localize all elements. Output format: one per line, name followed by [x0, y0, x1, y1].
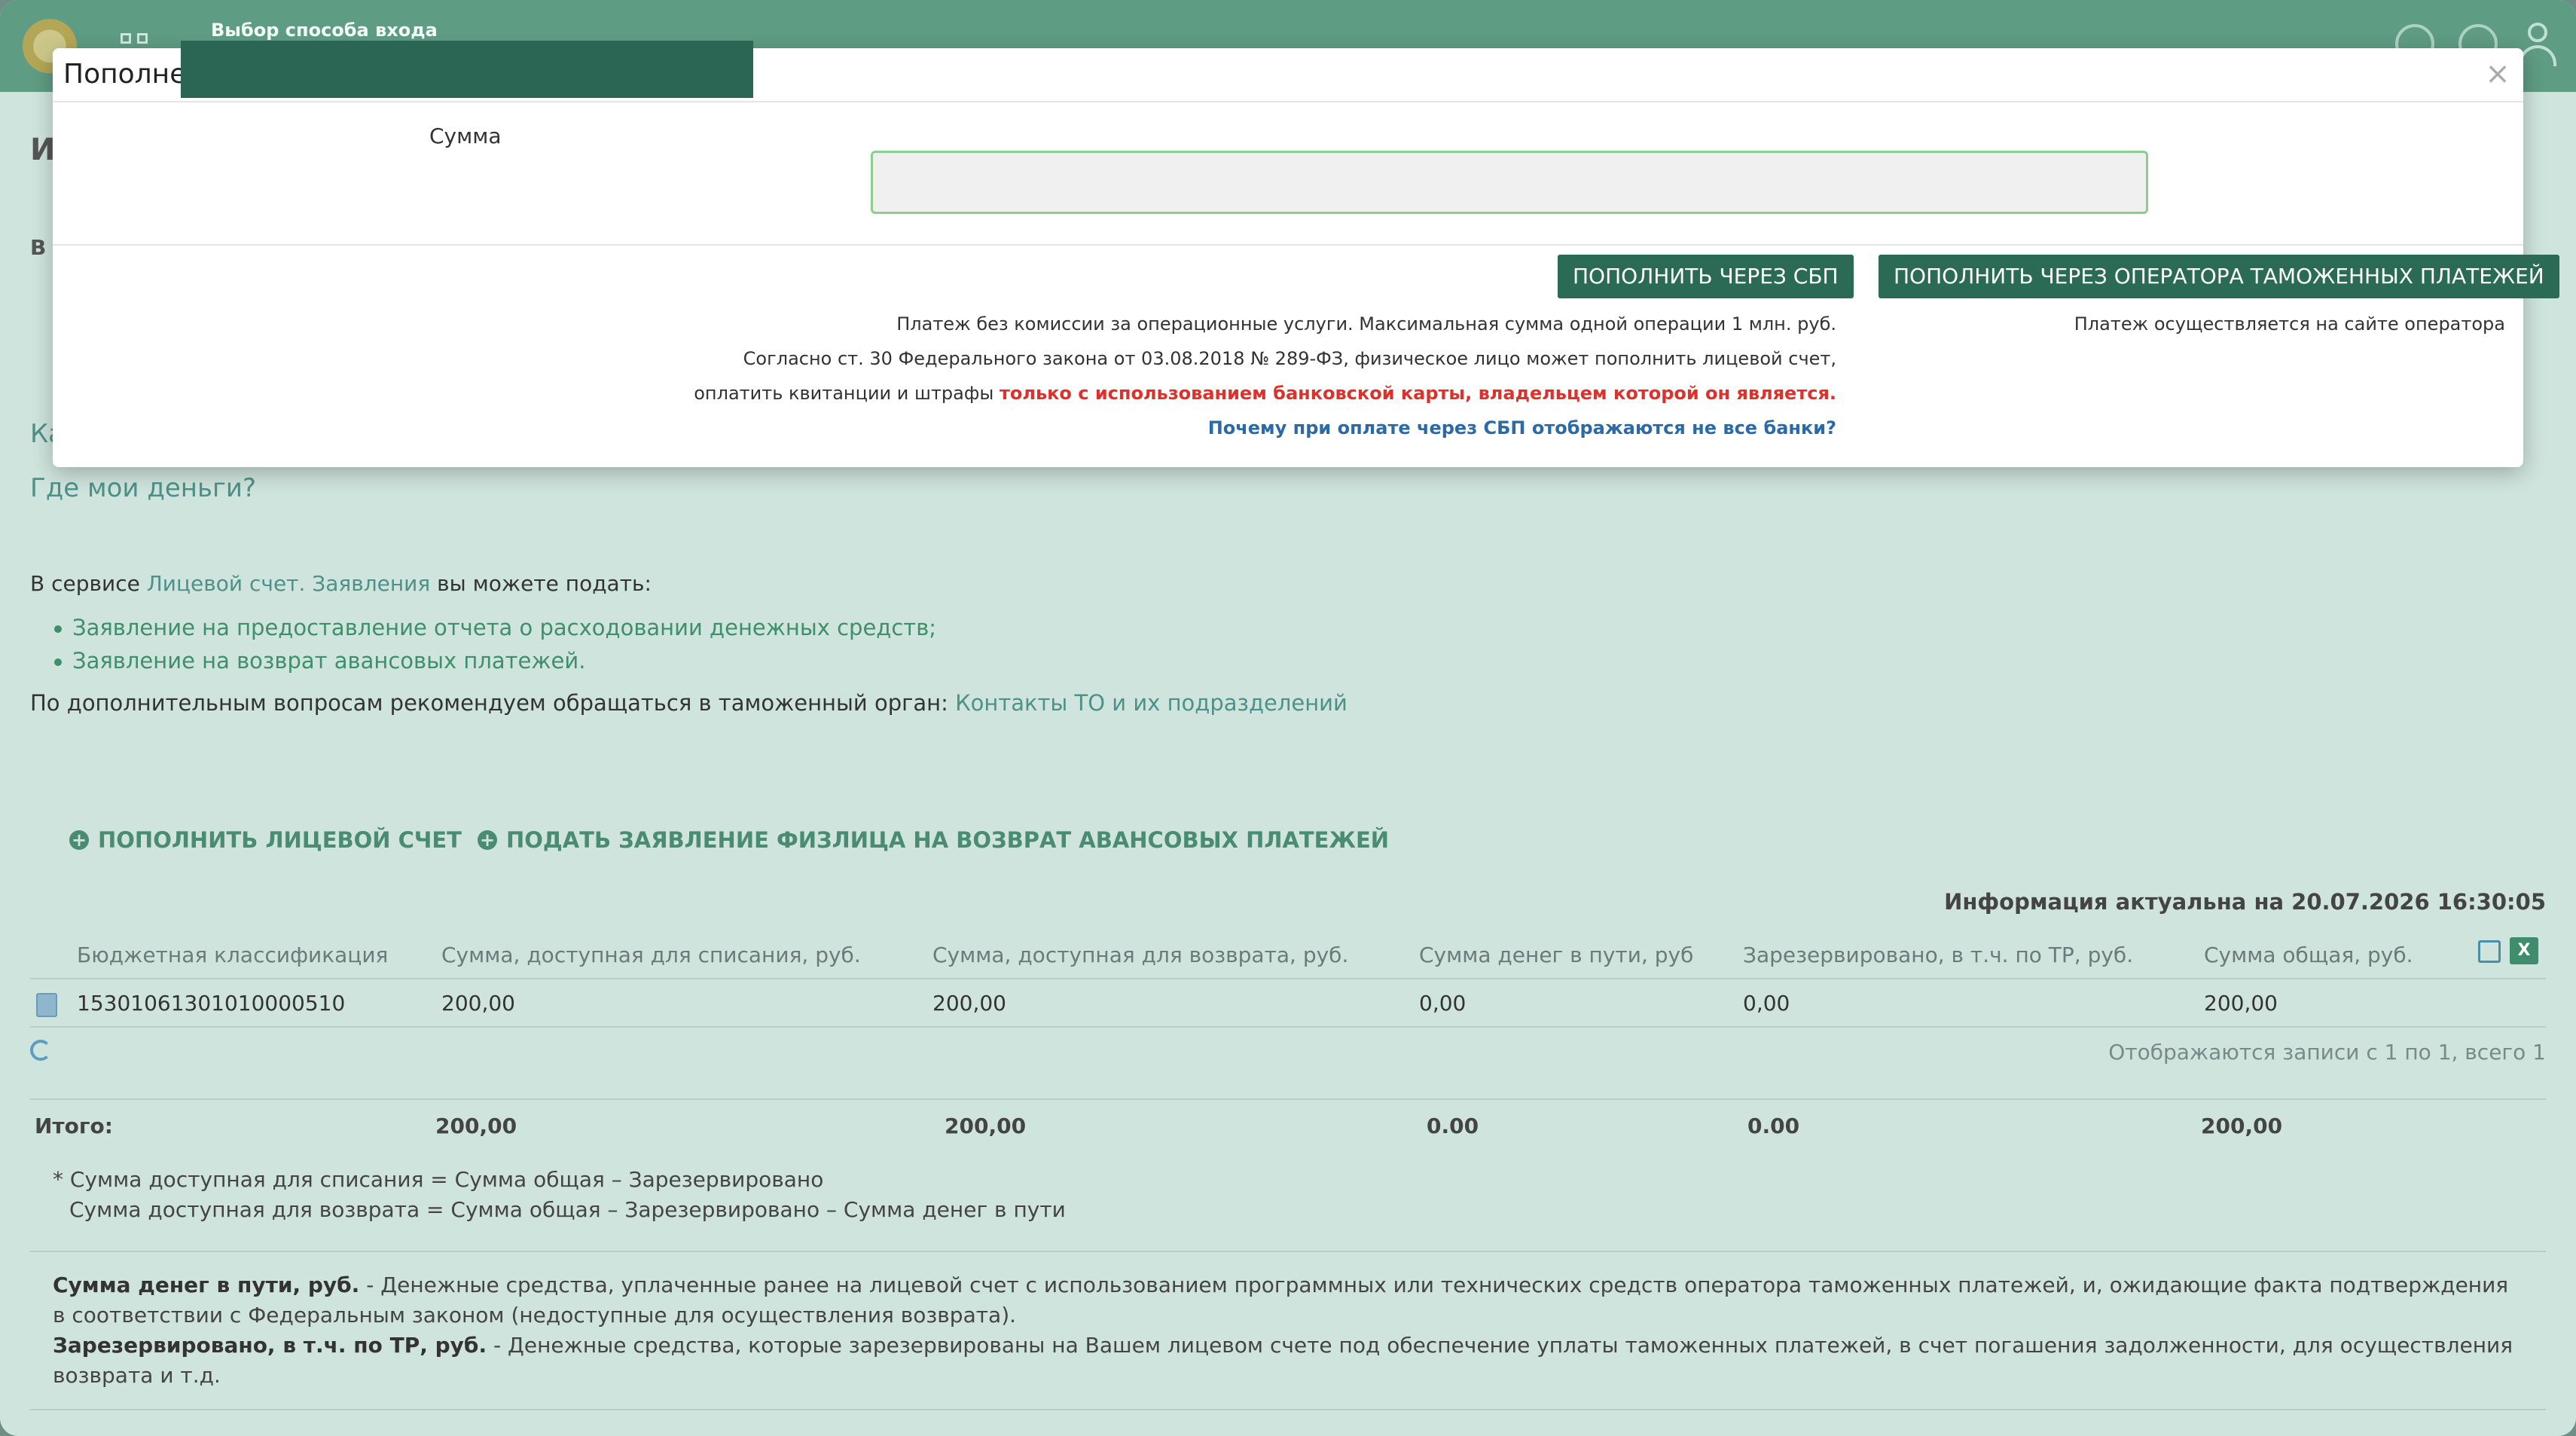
operator-note: Платеж осуществляется на сайте оператора — [2074, 313, 2505, 335]
table-cell: 200,00 — [932, 991, 1006, 1016]
intro-text-partial: В — [30, 235, 47, 260]
topup-account-button[interactable]: + ПОПОЛНИТЬ ЛИЦЕВОЙ СЧЕТ — [69, 827, 462, 853]
info-line: Платеж без комиссии за операционные услу… — [896, 313, 1836, 335]
list-item[interactable]: Заявление на возврат авансовых платежей. — [53, 648, 936, 674]
column-header[interactable]: Сумма общая, руб. — [2204, 931, 2413, 979]
actual-info-date: 20.07.2026 16:30:05 — [2291, 889, 2546, 915]
table-cell: 200,00 — [441, 991, 515, 1016]
topup-modal: Пополне × Сумма ПОПОЛНИТЬ ЧЕРЕЗ СБП ПОПО… — [53, 41, 2559, 467]
sum-label: Сумма — [429, 124, 502, 148]
sbp-banks-faq-link[interactable]: Почему при оплате через СБП отображаются… — [1208, 417, 1836, 438]
where-money-link[interactable]: Где мои деньги? — [30, 473, 256, 503]
legend-desc: - Денежные средства, уплаченные ранее на… — [53, 1273, 2509, 1328]
service-suffix: вы можете подать: — [430, 571, 652, 596]
account-table: Бюджетная классификация Сумма, доступная… — [30, 931, 2546, 1154]
legend-term: Зарезервировано, в т.ч. по ТР, руб. — [53, 1333, 487, 1358]
user-icon[interactable] — [2519, 23, 2556, 68]
plus-circle-icon: + — [69, 830, 89, 850]
note-line: Сумма доступная для возврата = Сумма общ… — [69, 1197, 1066, 1222]
column-header[interactable]: Сумма, доступная для списания, руб. — [441, 931, 861, 979]
column-header[interactable]: Сумма, доступная для возврата, руб. — [932, 931, 1348, 979]
actual-info: Информация актуальна на 20.07.2026 16:30… — [1944, 889, 2546, 915]
table-cell: 15301061301010000510 — [77, 991, 346, 1016]
contacts-link[interactable]: Контакты ТО и их подразделений — [955, 690, 1348, 716]
pager-row: Отображаются записи с 1 по 1, всего 1 — [30, 1028, 2546, 1100]
excel-icon[interactable]: X — [2510, 937, 2538, 964]
sum-input[interactable] — [871, 151, 2148, 214]
document-icon[interactable] — [36, 993, 57, 1017]
column-header[interactable]: Бюджетная классификация — [77, 931, 388, 979]
legend-block: Сумма денег в пути, руб. - Денежные сред… — [30, 1251, 2546, 1410]
legend-transit: Сумма денег в пути, руб. - Денежные сред… — [53, 1270, 2523, 1331]
table-cell: 0,00 — [1419, 991, 1467, 1016]
contacts-line: По дополнительным вопросам рекомендуем о… — [30, 690, 1348, 716]
redaction-block — [181, 41, 753, 98]
page-title-partial: И — [30, 133, 56, 167]
totals-cell: 0.00 — [1747, 1114, 1800, 1138]
legend-reserved: Зарезервировано, в т.ч. по ТР, руб. - Де… — [53, 1331, 2523, 1391]
modal-title: Пополне — [63, 59, 187, 90]
contacts-prefix: По дополнительным вопросам рекомендуем о… — [30, 690, 956, 716]
topup-label: ПОПОЛНИТЬ ЛИЦЕВОЙ СЧЕТ — [98, 827, 462, 853]
totals-cell: 0.00 — [1427, 1114, 1479, 1138]
table-row[interactable]: 15301061301010000510 200,00 200,00 0,00 … — [30, 979, 2546, 1028]
formula-notes: * Сумма доступная для списания = Сумма о… — [53, 1165, 1066, 1225]
note-line: * Сумма доступная для списания = Сумма о… — [53, 1167, 824, 1192]
service-link[interactable]: Лицевой счет. Заявления — [147, 571, 430, 596]
plus-circle-icon: + — [478, 830, 497, 850]
export-icon[interactable] — [2478, 940, 2501, 963]
refund-application-button[interactable]: + ПОДАТЬ ЗАЯВЛЕНИЕ ФИЗЛИЦА НА ВОЗВРАТ АВ… — [478, 827, 1389, 853]
table-header: Бюджетная классификация Сумма, доступная… — [30, 931, 2546, 979]
legend-term: Сумма денег в пути, руб. — [53, 1273, 360, 1297]
table-cell: 0,00 — [1743, 991, 1790, 1016]
totals-cell: 200,00 — [2201, 1114, 2283, 1138]
service-prefix: В сервисе — [30, 571, 147, 596]
topup-operator-button[interactable]: ПОПОЛНИТЬ ЧЕРЕЗ ОПЕРАТОРА ТАМОЖЕННЫХ ПЛА… — [1879, 255, 2559, 298]
column-header[interactable]: Зарезервировано, в т.ч. по ТР, руб. — [1743, 931, 2133, 979]
refresh-icon[interactable] — [30, 1040, 51, 1061]
info-line: Согласно ст. 30 Федерального закона от 0… — [743, 348, 1836, 369]
refund-label: ПОДАТЬ ЗАЯВЛЕНИЕ ФИЗЛИЦА НА ВОЗВРАТ АВАН… — [506, 827, 1390, 853]
list-item[interactable]: Заявление на предоставление отчета о рас… — [53, 615, 936, 640]
pager-text: Отображаются записи с 1 по 1, всего 1 — [2108, 1040, 2546, 1065]
info-line: оплатить квитанции и штрафы только с исп… — [694, 383, 1836, 404]
applications-list: Заявление на предоставление отчета о рас… — [53, 615, 936, 681]
modal-header: Пополне × — [53, 41, 2523, 102]
totals-cell: 200,00 — [435, 1114, 517, 1138]
service-line: В сервисе Лицевой счет. Заявления вы мож… — [30, 571, 652, 596]
close-icon[interactable]: × — [2484, 59, 2511, 89]
info-warning: только с использованием банковской карты… — [999, 383, 1836, 404]
totals-label: Итого: — [35, 1114, 113, 1138]
column-header[interactable]: Сумма денег в пути, руб — [1419, 931, 1693, 979]
totals-row: Итого: 200,00 200,00 0.00 0.00 200,00 — [30, 1100, 2546, 1154]
topbar-title: Выбор способа входа — [211, 20, 438, 41]
table-cell: 200,00 — [2204, 991, 2278, 1016]
info-line-prefix: оплатить квитанции и штрафы — [694, 383, 1000, 404]
actual-info-prefix: Информация актуальна на — [1944, 889, 2292, 915]
topup-sbp-button[interactable]: ПОПОЛНИТЬ ЧЕРЕЗ СБП — [1558, 255, 1854, 298]
totals-cell: 200,00 — [945, 1114, 1027, 1138]
